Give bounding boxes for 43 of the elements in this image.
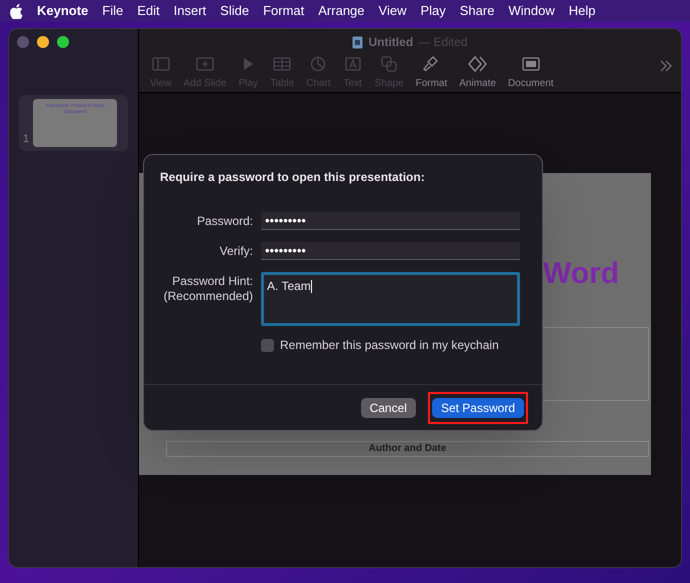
menu-item[interactable]: Window [508, 1, 555, 21]
checkbox-label: Remember this password in my keychain [280, 337, 499, 354]
window-title: Untitled [368, 34, 414, 51]
checkbox[interactable] [261, 338, 274, 352]
toolbar-button[interactable]: Animate [456, 55, 499, 91]
menu-item[interactable]: View [378, 1, 406, 21]
menu-item[interactable]: Play [420, 1, 446, 21]
menu-item[interactable]: Arrange [318, 1, 365, 21]
password-field[interactable]: ••••••••• [261, 242, 520, 260]
menu-item[interactable]: Slide [220, 1, 250, 21]
menu-item[interactable]: Edit [137, 1, 160, 21]
set-password-button[interactable]: Set Password [432, 398, 524, 418]
diamond-icon [468, 55, 488, 73]
minimize-window-button[interactable] [37, 36, 49, 48]
dialog-heading: Require a password to open this presentation: [159, 169, 426, 186]
hint-field[interactable]: A. Team [261, 272, 520, 326]
app-menu[interactable]: Keynote [37, 1, 88, 21]
zoom-window-button[interactable] [57, 36, 69, 48]
menu-item[interactable]: Help [568, 1, 596, 21]
document-icon [352, 36, 364, 48]
password-field[interactable]: ••••••••• [261, 212, 520, 230]
toolbar-button[interactable]: Document [504, 55, 557, 91]
doc-icon [520, 55, 541, 73]
slide-number: 1 [23, 132, 30, 146]
menu-item[interactable]: Insert [174, 1, 206, 21]
menu-item[interactable]: Format [263, 1, 304, 21]
menu-item[interactable]: Share [460, 1, 494, 21]
more-chevron-icon[interactable] [659, 59, 673, 73]
cancel-button[interactable]: Cancel [360, 398, 416, 418]
sidebar-icon [150, 55, 171, 73]
field-label: Password: [196, 214, 253, 229]
slide-title: Word [543, 256, 620, 292]
shape-icon [379, 55, 400, 73]
field-label: Password Hint: [171, 274, 253, 289]
apple-logo-icon[interactable] [10, 4, 23, 18]
text-box: Author and Date [166, 441, 649, 457]
field-label: Verify: [218, 244, 253, 259]
field-label: (Recommended) [162, 289, 253, 304]
add-icon [194, 55, 215, 73]
toolbar-button[interactable]: Format [412, 55, 450, 91]
text-icon [342, 55, 363, 73]
table-icon [272, 55, 292, 73]
menu-item[interactable]: File [102, 1, 124, 21]
